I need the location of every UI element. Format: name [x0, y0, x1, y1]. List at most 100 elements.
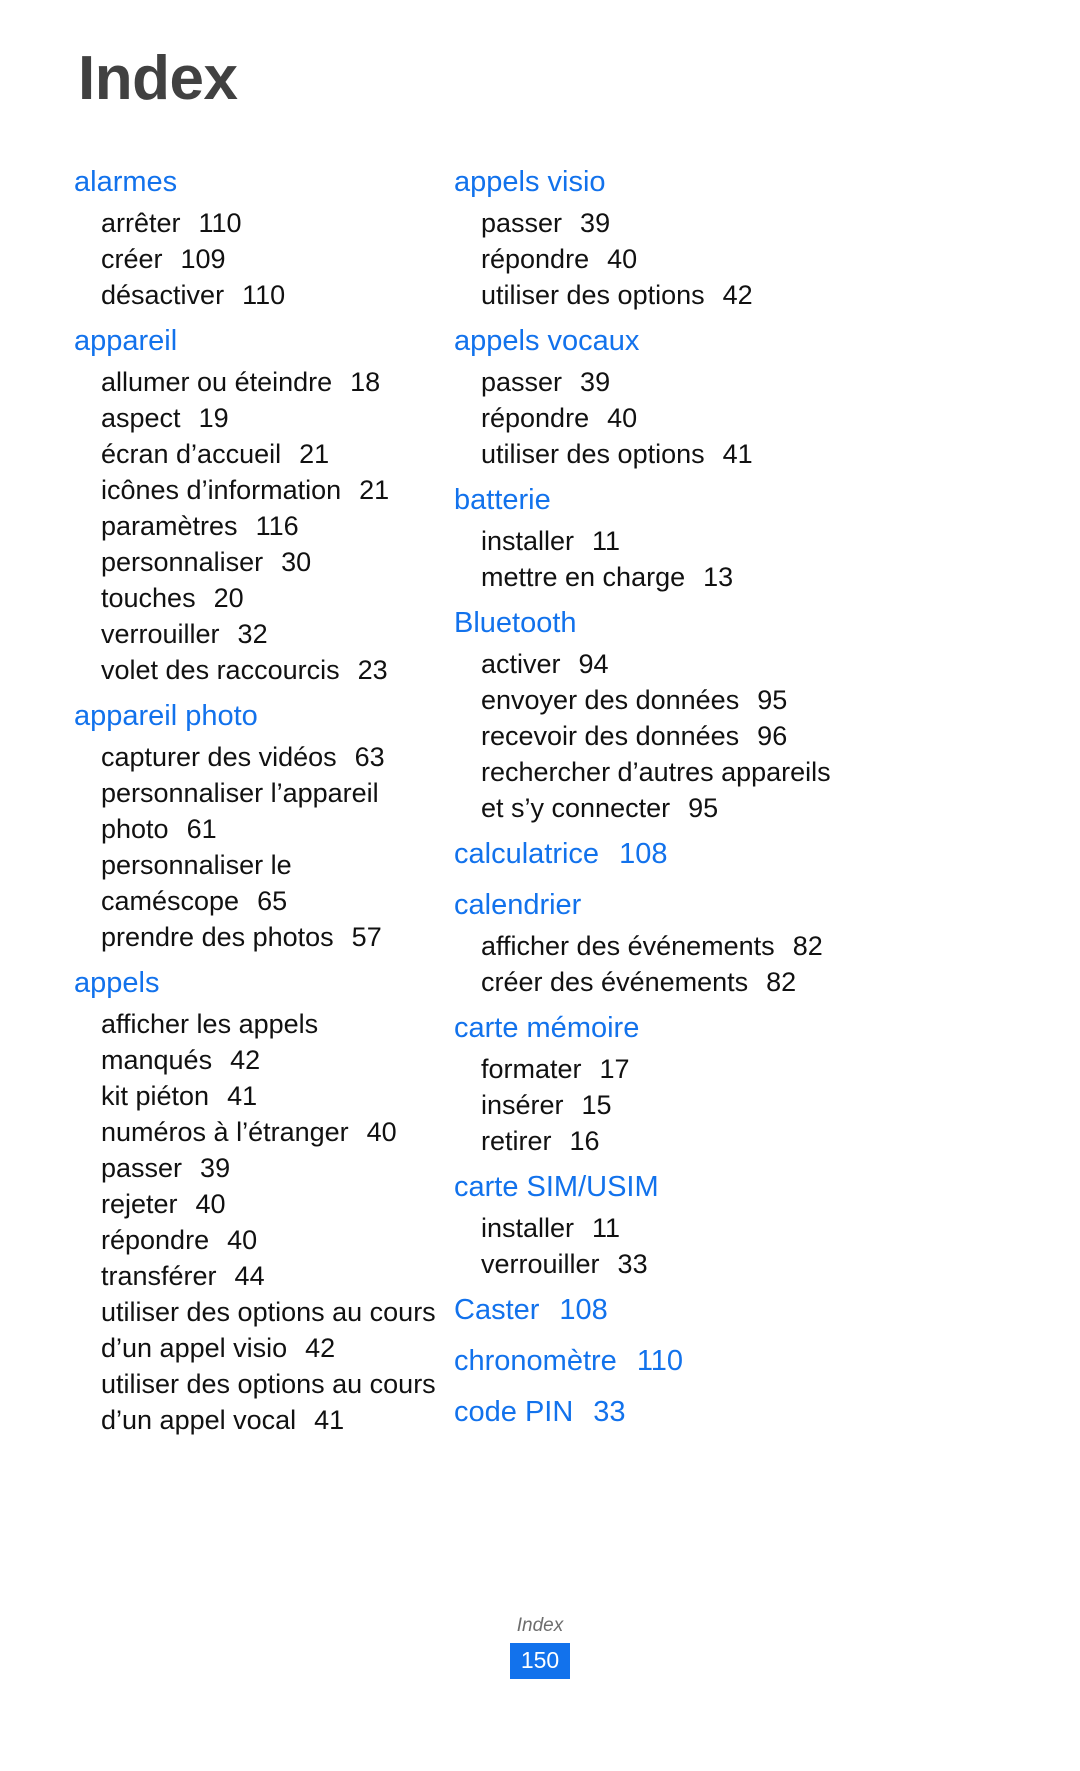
index-subentry[interactable]: passer 39 — [454, 364, 940, 400]
index-subentry-label: installer — [481, 526, 575, 556]
index-subentry[interactable]: allumer ou éteindre 18 — [74, 364, 420, 400]
index-column-right: appels visio passer 39 répondre 40 utiliser d… — [430, 160, 950, 1441]
index-entry-heading[interactable]: carte SIM/USIM — [454, 1165, 940, 1210]
index-entry-heading[interactable]: chronomètre 110 — [454, 1339, 940, 1384]
index-subentry[interactable]: verrouiller 33 — [454, 1246, 940, 1282]
index-subentry-label: touches — [101, 583, 196, 613]
index-subentry-label: utiliser des options — [481, 280, 705, 310]
index-subentry-label: mettre en charge — [481, 562, 686, 592]
index-entry-heading[interactable]: code PIN 33 — [454, 1390, 940, 1435]
index-page: Index alarmes arrêter 110 créer 109 désactive… — [0, 0, 1080, 1771]
index-subentry[interactable]: aspect 19 — [74, 400, 420, 436]
index-subentry[interactable]: écran d’accueil 21 — [74, 436, 420, 472]
index-subentry-list: passer 39 répondre 40 utiliser des options 42 — [454, 205, 940, 313]
index-subentry-page: 23 — [357, 655, 388, 685]
index-subentry-label: installer — [481, 1213, 575, 1243]
index-subentry-label: utiliser des options au cours — [101, 1297, 436, 1327]
index-entry: alarmes arrêter 110 créer 109 désactiver 110 — [74, 160, 420, 313]
index-subentry[interactable]: passer 39 — [454, 205, 940, 241]
index-subentry[interactable]: envoyer des données 95 — [454, 682, 940, 718]
index-subentry[interactable]: retirer 16 — [454, 1123, 940, 1159]
index-subentry[interactable]: utiliser des options 42 — [454, 277, 940, 313]
index-subentry-page: 41 — [227, 1081, 258, 1111]
index-subentry-label: verrouiller — [481, 1249, 600, 1279]
index-subentry-label: allumer ou éteindre — [101, 367, 333, 397]
index-entry-heading[interactable]: Caster 108 — [454, 1288, 940, 1333]
index-subentry-label: photo — [101, 814, 169, 844]
index-subentry-label: et s’y connecter — [481, 793, 671, 823]
index-subentry[interactable]: installer 11 — [454, 523, 940, 559]
index-entry: calendrier afficher des événements 82 créer… — [454, 883, 940, 1000]
index-subentry[interactable]: d’un appel visio 42 — [74, 1330, 420, 1366]
index-entry-heading[interactable]: batterie — [454, 478, 940, 523]
index-subentry[interactable]: et s’y connecter 95 — [454, 790, 940, 826]
index-subentry[interactable]: rejeter 40 — [74, 1186, 420, 1222]
index-entry-heading[interactable]: alarmes — [74, 160, 420, 205]
index-subentry[interactable]: créer 109 — [74, 241, 420, 277]
page-footer: Index 150 — [0, 1614, 1080, 1679]
index-subentry-label: volet des raccourcis — [101, 655, 340, 685]
index-subentry[interactable]: rechercher d’autres appareils — [454, 754, 940, 790]
index-subentry[interactable]: activer 94 — [454, 646, 940, 682]
index-subentry[interactable]: personnaliser le — [74, 847, 420, 883]
index-subentry[interactable]: touches 20 — [74, 580, 420, 616]
index-entry-heading[interactable]: calculatrice 108 — [454, 832, 940, 877]
index-subentry[interactable]: utiliser des options 41 — [454, 436, 940, 472]
index-subentry[interactable]: d’un appel vocal 41 — [74, 1402, 420, 1438]
index-entry-heading[interactable]: carte mémoire — [454, 1006, 940, 1051]
index-subentry-page: 30 — [281, 547, 312, 577]
index-subentry-page: 40 — [227, 1225, 258, 1255]
index-entry-heading[interactable]: appareil photo — [74, 694, 420, 739]
index-entry-heading[interactable]: appels — [74, 961, 420, 1006]
index-subentry[interactable]: paramètres 116 — [74, 508, 420, 544]
index-subentry-list: afficher les appels manqués 42 kit piéton 41… — [74, 1006, 436, 1438]
index-subentry-label: désactiver — [101, 280, 225, 310]
index-subentry[interactable]: afficher des événements 82 — [454, 928, 940, 964]
index-subentry[interactable]: numéros à l’étranger 40 — [74, 1114, 420, 1150]
index-subentry-page: 11 — [592, 1213, 621, 1243]
index-subentry[interactable]: volet des raccourcis 23 — [74, 652, 420, 688]
index-entry-heading-label: carte SIM/USIM — [454, 1171, 659, 1203]
index-subentry[interactable]: installer 11 — [454, 1210, 940, 1246]
index-entry-heading[interactable]: appels vocaux — [454, 319, 940, 364]
index-subentry[interactable]: répondre 40 — [74, 1222, 420, 1258]
index-entry-heading[interactable]: Bluetooth — [454, 601, 940, 646]
index-subentry[interactable]: recevoir des données 96 — [454, 718, 940, 754]
index-entry-heading-label: chronomètre — [454, 1345, 617, 1377]
index-subentry[interactable]: utiliser des options au cours — [74, 1294, 436, 1330]
index-subentry[interactable]: photo 61 — [74, 811, 420, 847]
index-subentry[interactable]: prendre des photos 57 — [74, 919, 420, 955]
index-subentry[interactable]: manqués 42 — [74, 1042, 420, 1078]
index-entry: carte mémoire formater 17 insérer 15 retirer 1… — [454, 1006, 940, 1159]
index-subentry[interactable]: kit piéton 41 — [74, 1078, 420, 1114]
index-subentry-label: paramètres — [101, 511, 238, 541]
index-subentry[interactable]: icônes d’information 21 — [74, 472, 420, 508]
index-subentry[interactable]: répondre 40 — [454, 241, 940, 277]
index-subentry[interactable]: afficher les appels — [74, 1006, 420, 1042]
index-entry-heading-page: 108 — [619, 838, 668, 870]
index-subentry[interactable]: désactiver 110 — [74, 277, 420, 313]
index-subentry[interactable]: créer des événements 82 — [454, 964, 940, 1000]
index-subentry-label: verrouiller — [101, 619, 220, 649]
index-subentry-page: 61 — [186, 814, 217, 844]
index-subentry[interactable]: répondre 40 — [454, 400, 940, 436]
index-entry-heading[interactable]: appareil — [74, 319, 420, 364]
index-subentry-label: capturer des vidéos — [101, 742, 337, 772]
index-subentry[interactable]: personnaliser 30 — [74, 544, 420, 580]
index-subentry[interactable]: transférer 44 — [74, 1258, 420, 1294]
index-subentry[interactable]: verrouiller 32 — [74, 616, 420, 652]
index-entry-heading[interactable]: appels visio — [454, 160, 940, 205]
index-subentry-page: 42 — [230, 1045, 261, 1075]
index-subentry[interactable]: arrêter 110 — [74, 205, 420, 241]
index-subentry[interactable]: passer 39 — [74, 1150, 420, 1186]
index-subentry[interactable]: caméscope 65 — [74, 883, 420, 919]
index-subentry[interactable]: insérer 15 — [454, 1087, 940, 1123]
index-subentry[interactable]: mettre en charge 13 — [454, 559, 940, 595]
index-entry-heading[interactable]: calendrier — [454, 883, 940, 928]
index-subentry[interactable]: personnaliser l’appareil — [74, 775, 420, 811]
index-subentry[interactable]: utiliser des options au cours — [74, 1366, 436, 1402]
index-subentry-page: 33 — [617, 1249, 648, 1279]
index-subentry[interactable]: formater 17 — [454, 1051, 940, 1087]
index-subentry-label: transférer — [101, 1261, 217, 1291]
index-subentry[interactable]: capturer des vidéos 63 — [74, 739, 420, 775]
